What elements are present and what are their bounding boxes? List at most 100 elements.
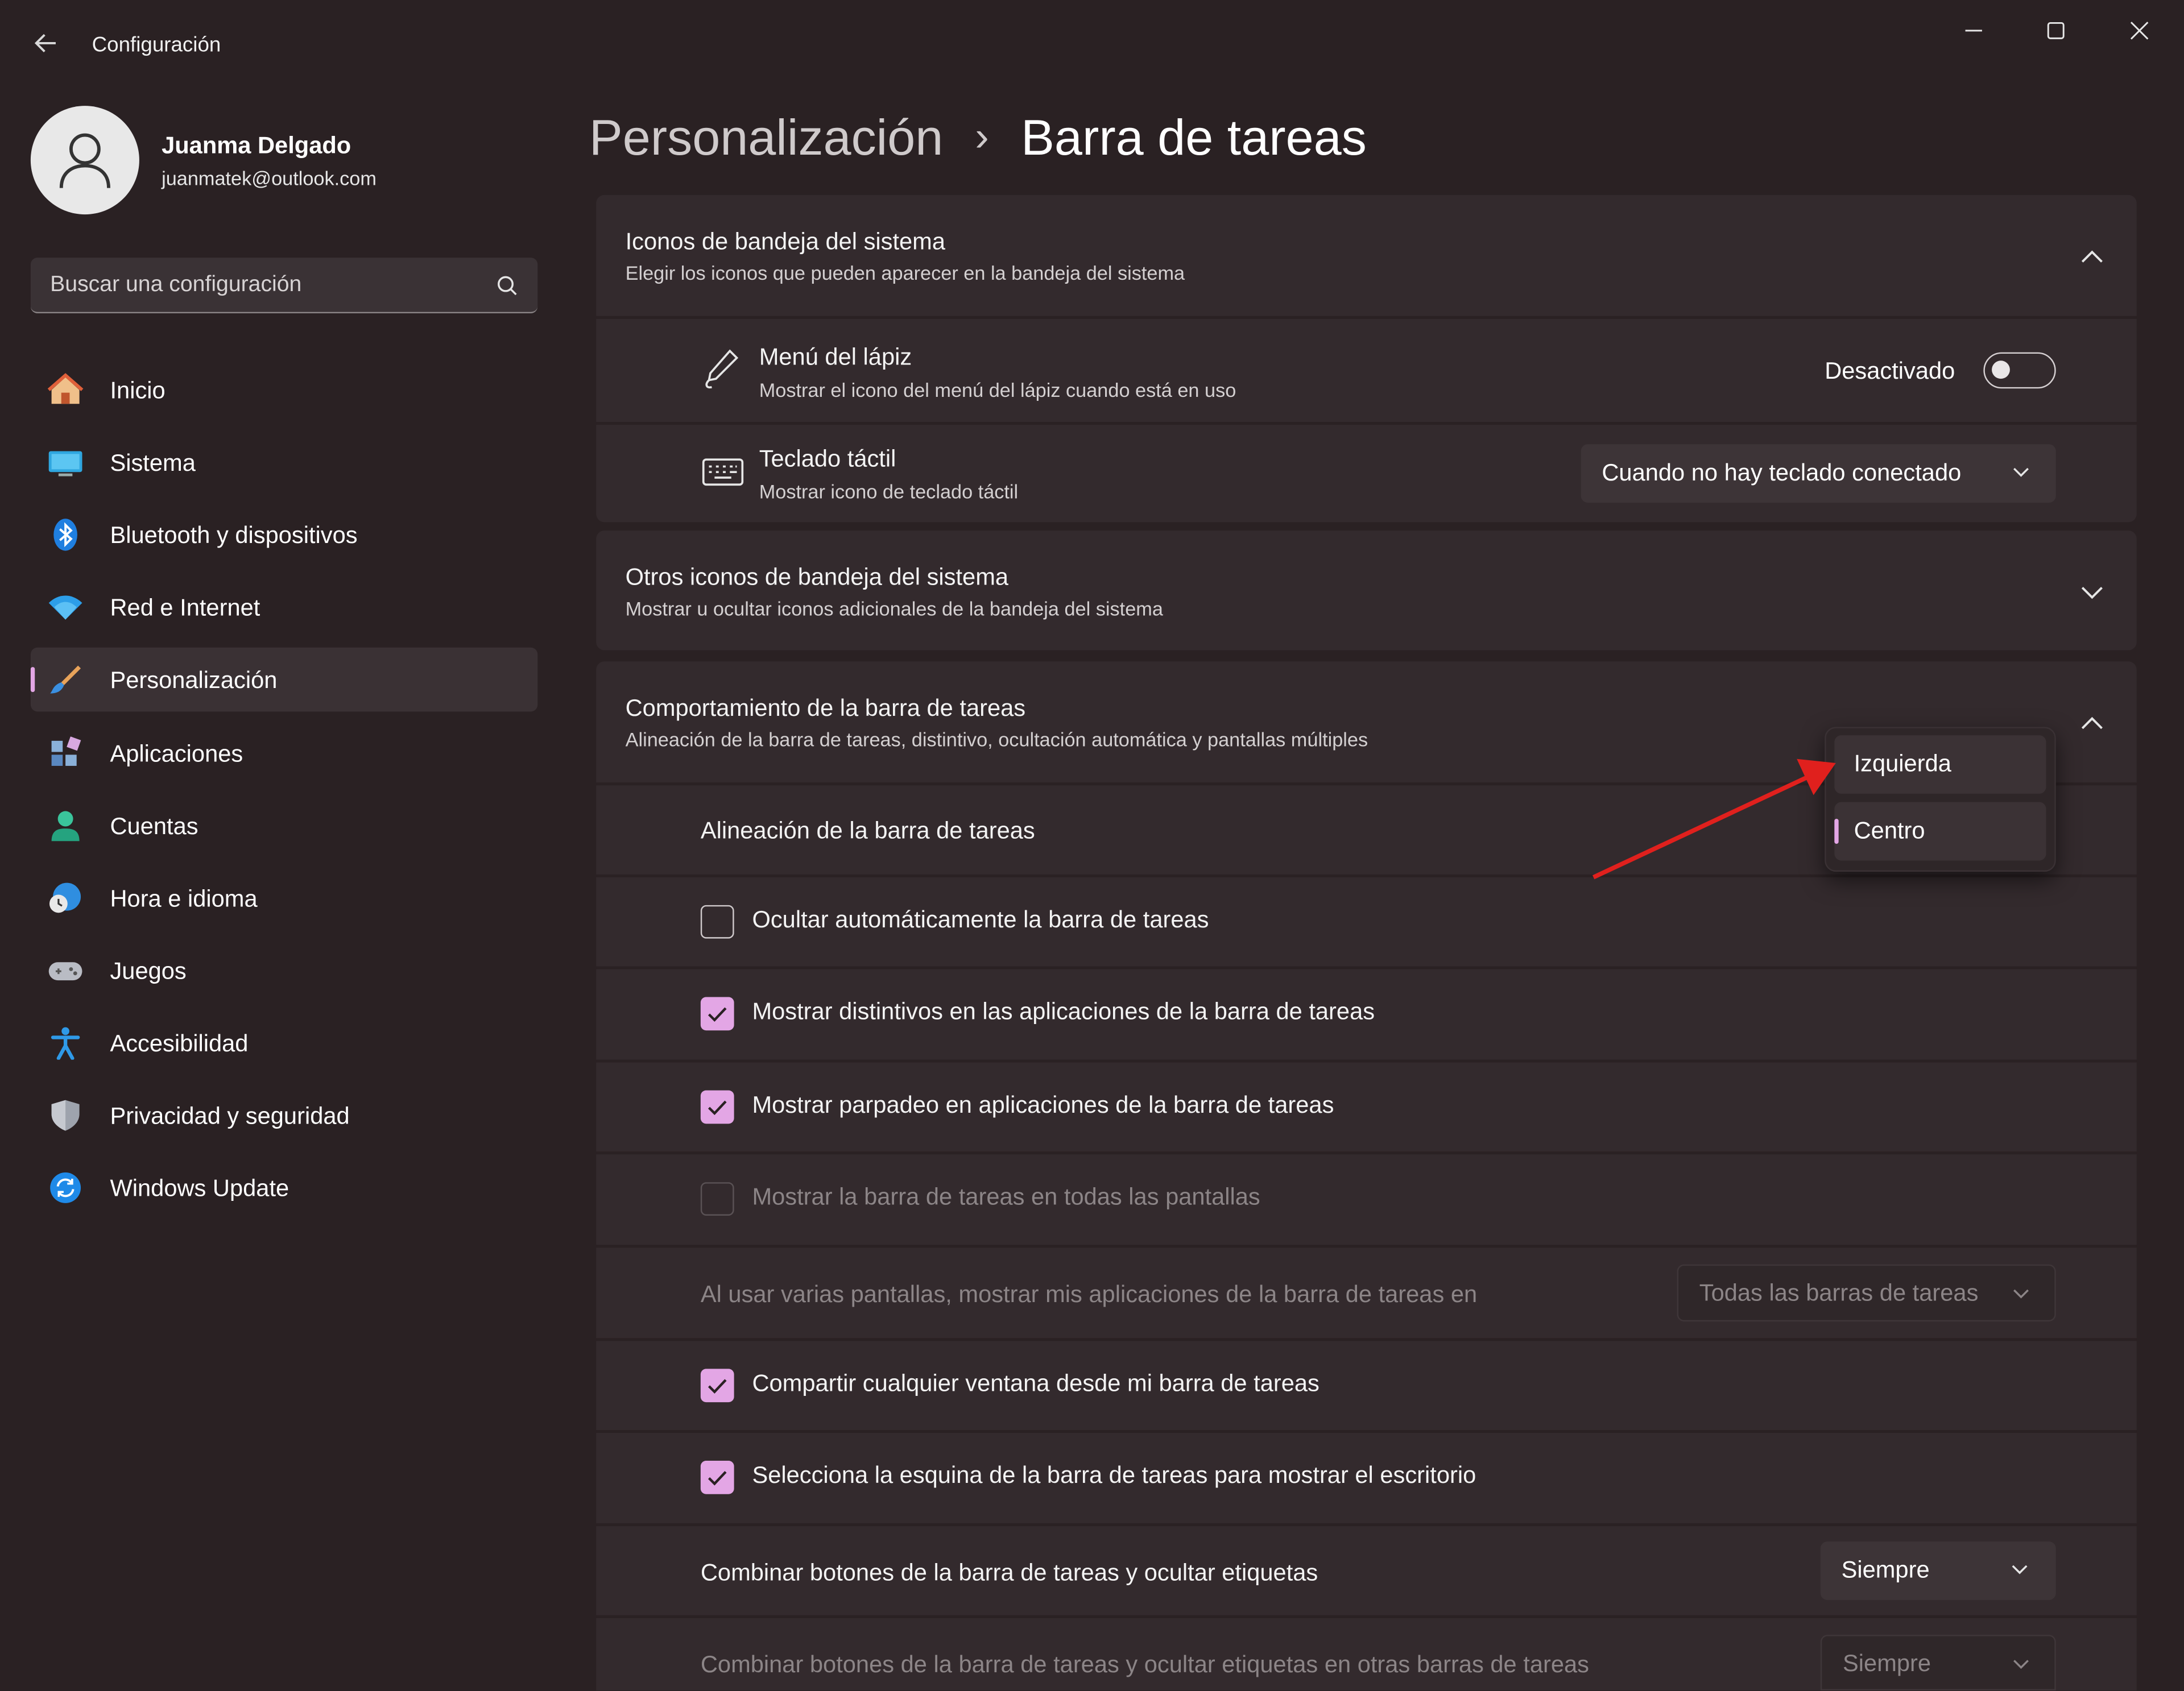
sidebar-item-label: Privacidad y seguridad bbox=[110, 1103, 350, 1130]
combine-label: Combinar botones de la barra de tareas y… bbox=[700, 1559, 1318, 1586]
sidebar-item-aplicaciones[interactable]: Aplicaciones bbox=[31, 722, 537, 786]
wifi-icon bbox=[48, 595, 82, 620]
checkmark-icon bbox=[708, 1007, 727, 1022]
tray-icons-header[interactable]: Iconos de bandeja del sistema Elegir los… bbox=[596, 194, 2137, 316]
dropdown-value: Cuando no hay teclado conectado bbox=[1602, 459, 1962, 486]
chevron-down-icon bbox=[2013, 467, 2029, 477]
sidebar-item-juegos[interactable]: Juegos bbox=[31, 939, 537, 1003]
flashing-checkbox[interactable] bbox=[700, 1090, 734, 1124]
combine-dropdown[interactable]: Siempre bbox=[1820, 1541, 2056, 1600]
page-title: Barra de tareas bbox=[1021, 109, 1367, 166]
chevron-up-icon[interactable] bbox=[2079, 714, 2104, 731]
chevron-down-icon bbox=[2013, 1660, 2029, 1669]
sidebar-item-accesibilidad[interactable]: Accesibilidad bbox=[31, 1011, 537, 1075]
bluetooth-icon bbox=[53, 519, 77, 551]
checkbox-row[interactable]: Compartir cualquier ventana desde mi bar… bbox=[596, 1341, 2137, 1431]
dropdown-value: Siempre bbox=[1843, 1650, 1931, 1677]
search-input[interactable]: Buscar una configuración bbox=[30, 258, 538, 314]
dropdown-value: Todas las barras de tareas bbox=[1699, 1279, 1979, 1307]
checkbox-row[interactable]: Ocultar automáticamente la barra de tare… bbox=[596, 877, 2137, 967]
minimize-icon bbox=[1965, 30, 1982, 32]
sidebar-item-label: Juegos bbox=[110, 958, 187, 985]
sidebar-item-red[interactable]: Red e Internet bbox=[31, 575, 537, 639]
sidebar-item-cuentas[interactable]: Cuentas bbox=[31, 794, 537, 858]
update-sync-icon bbox=[50, 1172, 81, 1203]
auto-hide-label: Ocultar automáticamente la barra de tare… bbox=[752, 906, 1209, 933]
chevron-down-icon[interactable] bbox=[2079, 583, 2104, 600]
show-desktop-checkbox[interactable] bbox=[700, 1461, 734, 1494]
pen-menu-subtitle: Mostrar el icono del menú del lápiz cuan… bbox=[759, 379, 1236, 401]
breadcrumb-separator: › bbox=[975, 114, 989, 160]
sidebar-item-label: Accesibilidad bbox=[110, 1030, 249, 1057]
badges-label: Mostrar distintivos en las aplicaciones … bbox=[752, 998, 1375, 1025]
sidebar-item-label: Personalización bbox=[110, 667, 278, 694]
pen-icon bbox=[705, 349, 739, 389]
accessibility-icon bbox=[51, 1027, 80, 1060]
badges-checkbox[interactable] bbox=[700, 997, 734, 1031]
chevron-up-icon[interactable] bbox=[2079, 248, 2104, 264]
system-monitor-icon bbox=[48, 451, 82, 476]
sidebar-item-sistema[interactable]: Sistema bbox=[31, 430, 537, 495]
close-icon bbox=[2130, 22, 2149, 40]
all-displays-checkbox[interactable] bbox=[700, 1182, 734, 1216]
alignment-dropdown-menu: Izquierda Centro bbox=[1825, 727, 2056, 872]
avatar[interactable] bbox=[30, 106, 139, 215]
card-title: Otros iconos de bandeja del sistema bbox=[625, 563, 1009, 591]
touch-keyboard-title: Teclado táctil bbox=[759, 445, 896, 473]
apps-icon bbox=[51, 736, 81, 766]
breadcrumb-parent[interactable]: Personalización bbox=[589, 109, 943, 167]
back-arrow-icon[interactable] bbox=[31, 28, 61, 59]
home-icon bbox=[47, 373, 84, 404]
alignment-label: Alineación de la barra de tareas bbox=[700, 817, 1035, 844]
sidebar-item-label: Windows Update bbox=[110, 1175, 289, 1202]
minimize-button[interactable] bbox=[1953, 14, 1994, 47]
card-title: Comportamiento de la barra de tareas bbox=[625, 695, 1026, 722]
share-window-checkbox[interactable] bbox=[700, 1369, 734, 1403]
checkbox-row[interactable]: Mostrar distintivos en las aplicaciones … bbox=[596, 969, 2137, 1060]
sidebar-item-label: Cuentas bbox=[110, 813, 198, 840]
close-button[interactable] bbox=[2119, 14, 2160, 47]
search-placeholder: Buscar una configuración bbox=[50, 273, 302, 297]
clock-globe-icon bbox=[49, 882, 81, 913]
multi-screen-dropdown[interactable]: Todas las barras de tareas bbox=[1677, 1264, 2056, 1322]
share-window-label: Compartir cualquier ventana desde mi bar… bbox=[752, 1370, 1320, 1397]
user-name: Juanma Delgado bbox=[162, 132, 351, 159]
checkmark-icon bbox=[708, 1379, 727, 1394]
window-title: Configuración bbox=[92, 33, 221, 57]
alignment-option-izquierda[interactable]: Izquierda bbox=[1834, 735, 2046, 794]
sidebar-item-label: Inicio bbox=[110, 377, 166, 404]
gamepad-icon bbox=[48, 962, 82, 981]
chevron-down-icon bbox=[2013, 1289, 2029, 1299]
pen-menu-row: Menú del lápiz Mostrar el icono del menú… bbox=[596, 318, 2137, 422]
checkmark-icon bbox=[708, 1100, 727, 1116]
sidebar-item-bluetooth[interactable]: Bluetooth y dispositivos bbox=[31, 503, 537, 567]
touch-keyboard-dropdown[interactable]: Cuando no hay teclado conectado bbox=[1581, 444, 2056, 503]
sidebar-item-label: Hora e idioma bbox=[110, 885, 258, 913]
sidebar-item-hora[interactable]: Hora e idioma bbox=[31, 866, 537, 930]
shield-icon bbox=[51, 1100, 80, 1131]
sidebar-item-privacidad[interactable]: Privacidad y seguridad bbox=[31, 1083, 537, 1147]
card-subtitle: Alineación de la barra de tareas, distin… bbox=[625, 728, 1368, 751]
sidebar-item-inicio[interactable]: Inicio bbox=[31, 358, 537, 422]
combine-other-dropdown[interactable]: Siempre bbox=[1820, 1635, 2056, 1691]
checkbox-row[interactable]: Selecciona la esquina de la barra de tar… bbox=[596, 1433, 2137, 1524]
auto-hide-checkbox[interactable] bbox=[700, 905, 734, 939]
alignment-option-centro[interactable]: Centro bbox=[1834, 802, 2046, 861]
account-icon bbox=[51, 811, 80, 842]
other-tray-icons-header[interactable]: Otros iconos de bandeja del sistema Most… bbox=[596, 530, 2137, 650]
toggle-state-label: Desactivado bbox=[1825, 358, 1955, 384]
pen-menu-toggle[interactable] bbox=[1983, 352, 2056, 389]
search-icon[interactable] bbox=[496, 274, 518, 296]
annotation-arrow bbox=[1592, 759, 1836, 880]
chevron-down-icon bbox=[2012, 1565, 2028, 1574]
multi-screen-label: Al usar varias pantallas, mostrar mis ap… bbox=[700, 1281, 1478, 1308]
maximize-icon bbox=[2047, 22, 2065, 39]
sidebar-item-windows-update[interactable]: Windows Update bbox=[31, 1156, 537, 1220]
maximize-button[interactable] bbox=[2035, 14, 2077, 47]
pen-menu-title: Menú del lápiz bbox=[759, 343, 912, 371]
sidebar-item-personalizacion[interactable]: Personalización bbox=[30, 647, 538, 712]
keyboard-icon bbox=[702, 458, 744, 486]
option-label: Izquierda bbox=[1854, 751, 1951, 777]
checkbox-row[interactable]: Mostrar parpadeo en aplicaciones de la b… bbox=[596, 1062, 2137, 1152]
dropdown-value: Siempre bbox=[1841, 1556, 1930, 1584]
